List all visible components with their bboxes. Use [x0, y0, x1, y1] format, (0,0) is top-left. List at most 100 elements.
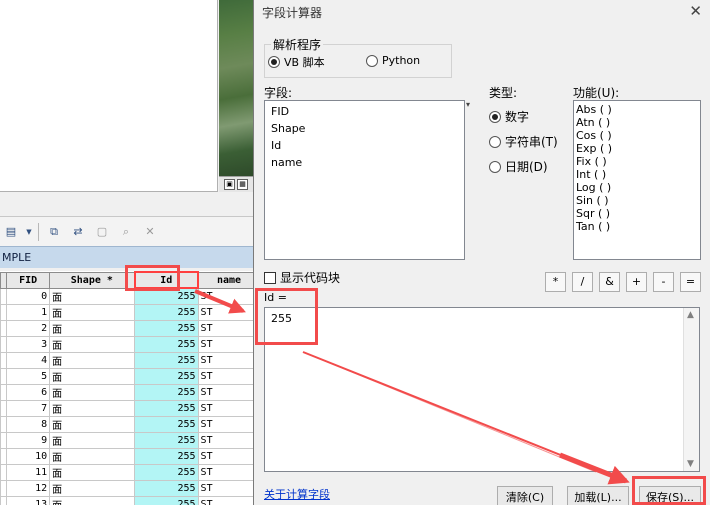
column-header-fid[interactable]: FID	[6, 271, 51, 289]
cell-shape[interactable]: 面	[49, 383, 136, 401]
column-header-id[interactable]: Id	[133, 271, 200, 289]
radio-python[interactable]	[366, 54, 378, 67]
cell-shape[interactable]: 面	[49, 351, 136, 369]
cell-fid[interactable]: 8	[6, 415, 51, 433]
cell-id[interactable]: 255	[134, 383, 199, 401]
cell-id[interactable]: 255	[134, 479, 199, 497]
operator-button[interactable]: -	[653, 272, 674, 292]
cell-name[interactable]: ST	[197, 287, 253, 305]
cell-shape[interactable]: 面	[49, 319, 136, 337]
map-display-area[interactable]	[0, 0, 218, 192]
delete-selected-icon[interactable]: ✕	[141, 223, 159, 241]
about-calculate-field-link[interactable]: 关于计算字段	[264, 486, 330, 502]
parser-python-option[interactable]: Python	[366, 54, 420, 67]
show-codeblock-checkbox[interactable]	[264, 271, 276, 284]
table-row[interactable]: 7 面 255 ST	[0, 399, 253, 417]
function-list-item[interactable]: Abs ( )	[574, 103, 700, 116]
load-button[interactable]: 加载(L)...	[567, 486, 629, 505]
operator-button[interactable]: =	[680, 272, 701, 292]
cell-id[interactable]: 255	[134, 495, 199, 505]
cell-fid[interactable]: 4	[6, 351, 51, 369]
cell-shape[interactable]: 面	[49, 287, 136, 305]
cell-name[interactable]: ST	[197, 351, 253, 369]
cell-shape[interactable]: 面	[49, 415, 136, 433]
cell-shape[interactable]: 面	[49, 431, 136, 449]
function-list-item[interactable]: Sin ( )	[574, 194, 700, 207]
cell-fid[interactable]: 12	[6, 479, 51, 497]
table-row[interactable]: 13面255ST	[0, 495, 253, 505]
table-row[interactable]: 12 面 255 ST	[0, 479, 253, 497]
cell-name[interactable]: ST	[197, 479, 253, 497]
cell-name[interactable]: ST	[197, 319, 253, 337]
cell-id[interactable]: 255	[134, 367, 199, 385]
scroll-down-icon[interactable]: ▼	[687, 459, 694, 469]
cell-name[interactable]: ST	[197, 415, 253, 433]
cell-name[interactable]: ST	[197, 463, 253, 481]
column-header-shape[interactable]: Shape *	[49, 271, 136, 289]
cell-fid[interactable]: 3	[6, 335, 51, 353]
cell-fid[interactable]: 5	[6, 367, 51, 385]
table-row[interactable]: 8 面 255 ST	[0, 415, 253, 433]
field-list-item[interactable]: Shape	[265, 120, 464, 137]
operator-button[interactable]: &	[599, 272, 620, 292]
cell-id[interactable]: 255	[134, 415, 199, 433]
cell-id[interactable]: 255	[134, 431, 199, 449]
cell-id[interactable]: 255	[134, 303, 199, 321]
field-list-item[interactable]: Id	[265, 137, 464, 154]
operator-button[interactable]: +	[626, 272, 647, 292]
parser-vb-option[interactable]: VB 脚本	[268, 54, 325, 70]
close-icon[interactable]: ✕	[689, 2, 702, 20]
cell-shape[interactable]: 面	[49, 463, 136, 481]
cell-name[interactable]: ST	[197, 367, 253, 385]
table-row[interactable]: 3 面 255 ST	[0, 335, 253, 353]
operator-button[interactable]: /	[572, 272, 593, 292]
type-option[interactable]: 数字	[489, 108, 529, 125]
table-row[interactable]: 2 面 255 ST	[0, 319, 253, 337]
cell-shape[interactable]: 面	[49, 399, 136, 417]
function-list-item[interactable]: Sqr ( )	[574, 207, 700, 220]
cell-fid[interactable]: 9	[6, 431, 51, 449]
cell-name[interactable]: ST	[197, 431, 253, 449]
cell-shape[interactable]: 面	[49, 447, 136, 465]
cell-id[interactable]: 255	[134, 463, 199, 481]
cell-name[interactable]: ST	[197, 495, 253, 505]
expression-scrollbar[interactable]: ▲ ▼	[683, 308, 699, 471]
cell-fid[interactable]: 7	[6, 399, 51, 417]
cell-fid[interactable]: 0	[6, 287, 51, 305]
table-row[interactable]: 10 面 255 ST	[0, 447, 253, 465]
type-radio[interactable]	[489, 135, 501, 148]
cell-name[interactable]: ST	[197, 303, 253, 321]
data-view-icon[interactable]: ▣	[224, 179, 235, 190]
table-row[interactable]: 4 面 255 ST	[0, 351, 253, 369]
expression-textbox[interactable]: 255 ▲ ▼	[264, 307, 700, 472]
cell-name[interactable]: ST	[197, 399, 253, 417]
cell-fid[interactable]: 10	[6, 447, 51, 465]
cell-shape[interactable]: 面	[49, 367, 136, 385]
table-row[interactable]: 0 面 255 ST	[0, 287, 253, 305]
cell-name[interactable]: ST	[197, 335, 253, 353]
cell-id[interactable]: 255	[134, 287, 199, 305]
table-row[interactable]: 6 面 255 ST	[0, 383, 253, 401]
function-list-item[interactable]: Exp ( )	[574, 142, 700, 155]
cell-fid[interactable]: 13	[6, 495, 51, 505]
cell-fid[interactable]: 2	[6, 319, 51, 337]
table-row[interactable]: 1 面 255 ST	[0, 303, 253, 321]
cell-shape[interactable]: 面	[49, 495, 136, 505]
cell-id[interactable]: 255	[134, 335, 199, 353]
fields-sort-arrow-icon[interactable]: ▾	[466, 100, 470, 109]
clear-selection-icon[interactable]: ▢	[93, 223, 111, 241]
dropdown-arrow-icon[interactable]: ▼	[26, 223, 32, 241]
cell-shape[interactable]: 面	[49, 479, 136, 497]
cell-fid[interactable]: 6	[6, 383, 51, 401]
radio-vb[interactable]	[268, 56, 280, 68]
type-radio[interactable]	[489, 110, 501, 123]
table-tab-title[interactable]: MPLE	[0, 246, 253, 268]
cell-fid[interactable]: 11	[6, 463, 51, 481]
type-option[interactable]: 日期(D)	[489, 158, 548, 175]
field-list-item[interactable]: name	[265, 154, 464, 171]
table-row[interactable]: 9 面 255 ST	[0, 431, 253, 449]
function-list-item[interactable]: Log ( )	[574, 181, 700, 194]
zoom-to-selected-icon[interactable]: ⌕	[117, 223, 135, 241]
cell-shape[interactable]: 面	[49, 335, 136, 353]
table-options-icon[interactable]: ▤	[2, 223, 20, 241]
